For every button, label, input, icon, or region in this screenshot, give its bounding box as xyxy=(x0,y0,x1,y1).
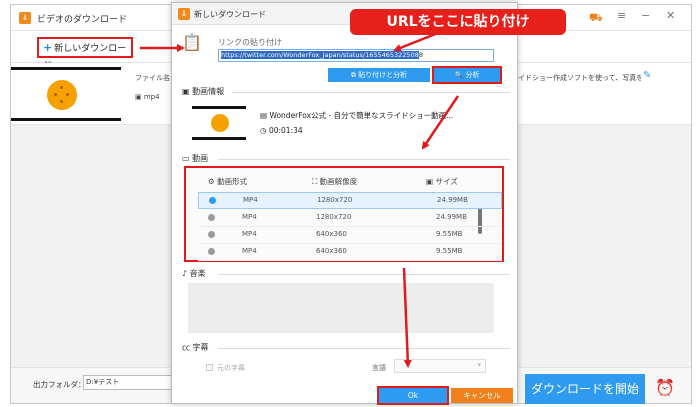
video-info-heading: ▣ 動画情報 xyxy=(182,87,225,96)
new-download-dialog: ⇓ 新しいダウンロード 📋 リンクの貼り付け https://twitter.c… xyxy=(171,2,518,405)
menu-icon[interactable]: ≡ xyxy=(617,9,626,22)
cc-icon: ㏄ xyxy=(182,343,193,352)
plus-icon: + xyxy=(43,41,53,54)
col-resolution: ⛶ 動画解像度 xyxy=(312,177,358,186)
selected-radio-icon[interactable] xyxy=(209,197,216,204)
search-icon: 🔍 xyxy=(454,71,466,79)
thumbnail-logo xyxy=(47,80,77,110)
language-label: 言語 xyxy=(372,364,386,372)
clock-icon: ◷ xyxy=(260,126,269,135)
paste-and-analyze-button[interactable]: ⧉ 貼り付けと分析 xyxy=(328,68,430,82)
video-title: ▤ WonderFox公式 - 自分で簡単なスライドショー動画... xyxy=(260,111,454,120)
info-icon: ▣ xyxy=(182,87,193,96)
video-format-table: ⚙ 動画形式 ⛶ 動画解像度 ▣ サイズ MP4 1280x720 24.99M… xyxy=(184,166,504,262)
format-label: ▣ mp4 xyxy=(135,93,160,101)
annotation-callout: URLをここに貼り付け xyxy=(350,9,566,35)
audio-section-heading: ♪ 音楽 xyxy=(182,269,206,278)
table-row[interactable]: MP4 640x360 9.55MB xyxy=(198,244,502,261)
analyze-button[interactable]: 🔍 分析 xyxy=(434,68,500,82)
cancel-button[interactable]: キャンセル xyxy=(451,388,513,403)
ok-button[interactable]: Ok xyxy=(379,388,447,403)
cart-icon[interactable]: ⛟ xyxy=(589,11,603,26)
output-folder-label: 出力フォルダ： xyxy=(33,380,86,389)
radio-icon[interactable] xyxy=(208,214,215,221)
chevron-down-icon: ▾ xyxy=(477,361,481,369)
original-subtitle-checkbox[interactable] xyxy=(206,364,213,371)
radio-icon[interactable] xyxy=(208,231,215,238)
dialog-logo-icon: ⇓ xyxy=(178,8,190,20)
table-row[interactable]: MP4 640x360 9.55MB xyxy=(198,227,502,244)
video-section-heading: ▭ 動画 xyxy=(182,154,209,163)
download-start-button[interactable]: ダウンロードを開始 xyxy=(525,374,645,404)
original-subtitle-label: 元の字幕 xyxy=(217,364,245,372)
file-icon: ▣ xyxy=(135,93,144,101)
new-download-button[interactable]: +新しいダウンロード xyxy=(37,37,133,71)
close-icon[interactable]: ✕ xyxy=(666,9,675,22)
table-row[interactable]: MP4 1280x720 24.99MB xyxy=(198,210,502,227)
table-row[interactable]: MP4 1280x720 24.99MB xyxy=(198,192,502,209)
task-thumbnail xyxy=(11,67,121,121)
audio-list-area xyxy=(188,283,494,333)
film-icon: ▭ xyxy=(182,154,193,163)
minimize-icon[interactable]: − xyxy=(641,9,650,22)
url-input[interactable]: https://twitter.com/WonderFox_Japan/stat… xyxy=(218,49,494,62)
subtitle-section-heading: ㏄ 字幕 xyxy=(182,343,209,352)
col-size: ▣ サイズ xyxy=(426,177,458,186)
col-format: ⚙ 動画形式 xyxy=(208,177,248,186)
clipboard-icon: 📋 xyxy=(182,33,202,52)
paste-link-label: リンクの貼り付け xyxy=(218,38,282,47)
video-duration: ◷ 00:01:34 xyxy=(260,126,303,135)
app-logo-icon: ⇓ xyxy=(19,12,31,24)
resolution-icon: ⛶ xyxy=(312,177,320,186)
music-icon: ♪ xyxy=(182,269,190,278)
task-description: ライドショー作成ソフトを使って、写真をス... xyxy=(511,74,641,82)
app-title: ビデオのダウンロード xyxy=(37,15,128,25)
video-format-icon: ⚙ xyxy=(208,177,218,186)
dialog-title: 新しいダウンロード xyxy=(194,10,266,19)
analyze-button-highlight: 🔍 分析 xyxy=(432,66,502,84)
language-select[interactable]: ▾ xyxy=(394,359,486,373)
output-folder-input[interactable]: D:¥テスト xyxy=(83,375,173,390)
edit-icon[interactable]: ✎ xyxy=(643,70,651,81)
ok-button-highlight: Ok xyxy=(377,386,449,405)
alarm-clock-icon[interactable]: ⏰ xyxy=(655,378,675,398)
video-thumbnail xyxy=(192,106,246,140)
radio-icon[interactable] xyxy=(208,248,215,255)
